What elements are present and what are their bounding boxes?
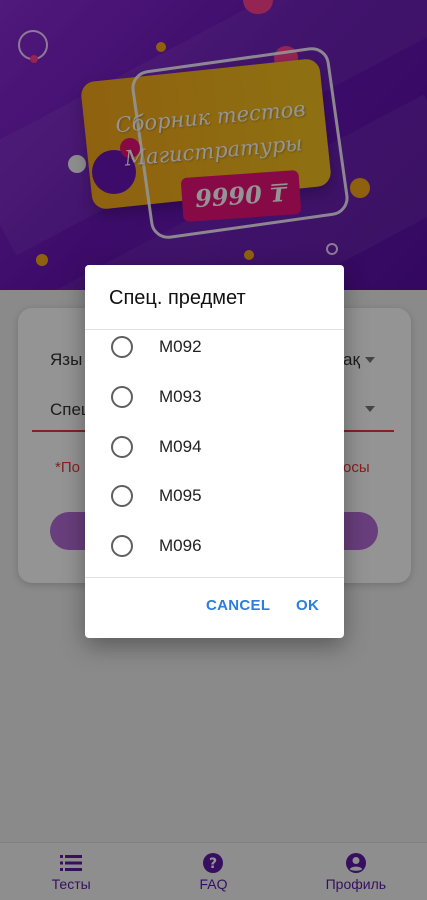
- option-item[interactable]: M095: [85, 471, 344, 521]
- option-label: M092: [159, 337, 202, 356]
- radio-button[interactable]: [111, 485, 133, 507]
- dialog-divider: [85, 577, 344, 578]
- option-item[interactable]: M092: [85, 322, 344, 372]
- option-item[interactable]: M094: [85, 422, 344, 472]
- option-label: M094: [159, 437, 202, 456]
- option-item[interactable]: M096: [85, 521, 344, 571]
- cancel-button[interactable]: CANCEL: [206, 597, 270, 614]
- option-label: M093: [159, 387, 202, 406]
- radio-button[interactable]: [111, 386, 133, 408]
- dialog-title: Спец. предмет: [109, 287, 246, 309]
- option-item[interactable]: M093: [85, 372, 344, 422]
- radio-button[interactable]: [111, 436, 133, 458]
- option-label: M096: [159, 536, 202, 555]
- ok-button[interactable]: OK: [296, 597, 319, 614]
- radio-button[interactable]: [111, 336, 133, 358]
- option-label: M095: [159, 486, 202, 505]
- subject-select-dialog: Спец. предмет M092 M093 M094 M095 M096 C…: [85, 265, 344, 638]
- radio-button[interactable]: [111, 535, 133, 557]
